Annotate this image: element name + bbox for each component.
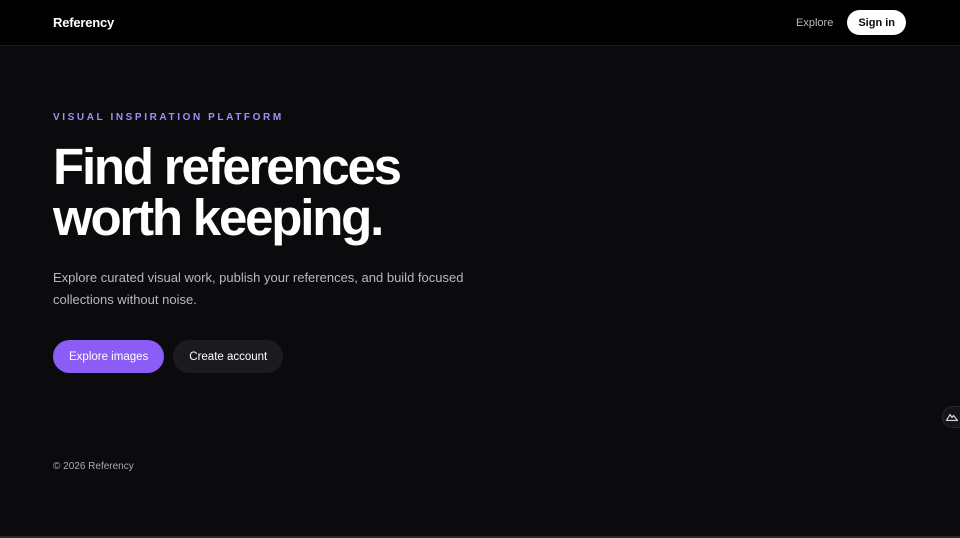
explore-link[interactable]: Explore (796, 17, 833, 29)
hero-subtext: Explore curated visual work, publish you… (53, 270, 464, 307)
top-nav-bar: Referency Explore Sign in (0, 0, 960, 46)
create-account-button[interactable]: Create account (173, 340, 284, 373)
page: Referency Explore Sign in VISUAL INSPIRA… (0, 0, 960, 538)
mountain-logo-icon (945, 413, 958, 421)
footer-copyright: © 2026 Referency (53, 461, 134, 472)
devtools-badge[interactable] (942, 406, 960, 428)
hero-section: VISUAL INSPIRATION PLATFORM Find referen… (53, 112, 573, 373)
hero-eyebrow: VISUAL INSPIRATION PLATFORM (53, 112, 284, 123)
explore-images-button[interactable]: Explore images (53, 340, 165, 373)
hero-headline: Find references worth keeping. (53, 138, 402, 246)
hero-actions: Explore images Create account (53, 340, 573, 373)
header-nav: Explore Sign in (796, 10, 906, 35)
brand-logo-text[interactable]: Referency (53, 15, 114, 30)
sign-in-button[interactable]: Sign in (847, 10, 906, 35)
